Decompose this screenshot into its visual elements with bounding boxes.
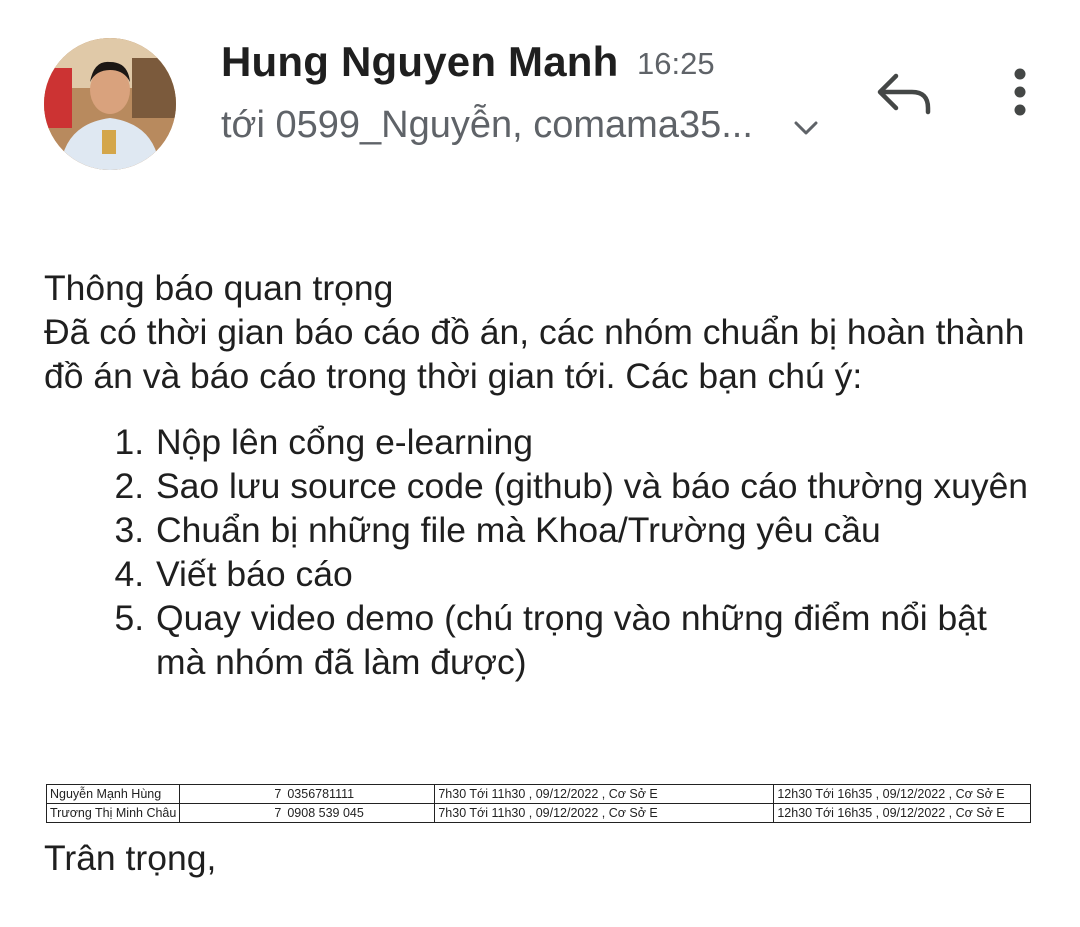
more-vert-icon [1014,68,1026,116]
reply-icon [877,73,931,115]
list-item: Nộp lên cổng e-learning [154,420,1044,464]
table-row: Trương Thị Minh Châu 7 0908 539 045 7h30… [45,803,1032,823]
recipients-summary[interactable]: tới 0599_Nguyễn, comama35... [221,104,753,147]
message-body: Thông báo quan trọng Đã có thời gian báo… [44,266,1044,684]
schedule-table: Nguyễn Mạnh Hùng 7 0356781111 7h30 Tới 1… [45,784,1032,823]
list-item: Sao lưu source code (github) và báo cáo … [154,464,1044,508]
session-2: 12h30 Tới 16h35 , 09/12/2022 , Cơ Sở E [773,784,1032,804]
reply-button[interactable] [872,66,934,122]
message-heading: Thông báo quan trọng [44,268,394,308]
signoff: Trân trọng, [44,838,217,878]
phone-number: 0356781111 [284,784,436,804]
list-item: Chuẩn bị những file mà Khoa/Trường yêu c… [154,508,1044,552]
chevron-down-icon [794,121,818,135]
avatar[interactable] [44,38,176,170]
group-number: 7 [179,784,285,804]
avatar-photo [44,38,176,170]
expand-recipients-button[interactable] [790,112,822,144]
student-name: Nguyễn Mạnh Hùng [45,784,181,804]
session-2: 12h30 Tới 16h35 , 09/12/2022 , Cơ Sở E [773,803,1032,823]
sender-name: Hung Nguyen Manh [221,38,619,85]
phone-number: 0908 539 045 [284,803,436,823]
task-list: Nộp lên cổng e-learning Sao lưu source c… [44,420,1044,684]
list-item: Quay video demo (chú trọng vào những điể… [154,596,1044,684]
message-intro: Đã có thời gian báo cáo đồ án, các nhóm … [44,312,1025,396]
table-row: Nguyễn Mạnh Hùng 7 0356781111 7h30 Tới 1… [45,784,1032,804]
group-number: 7 [179,803,285,823]
session-1: 7h30 Tới 11h30 , 09/12/2022 , Cơ Sở E [434,803,775,823]
timestamp: 16:25 [637,46,715,81]
student-name: Trương Thị Minh Châu [45,803,181,823]
session-1: 7h30 Tới 11h30 , 09/12/2022 , Cơ Sở E [434,784,775,804]
more-options-button[interactable] [1004,62,1036,122]
list-item: Viết báo cáo [154,552,1044,596]
